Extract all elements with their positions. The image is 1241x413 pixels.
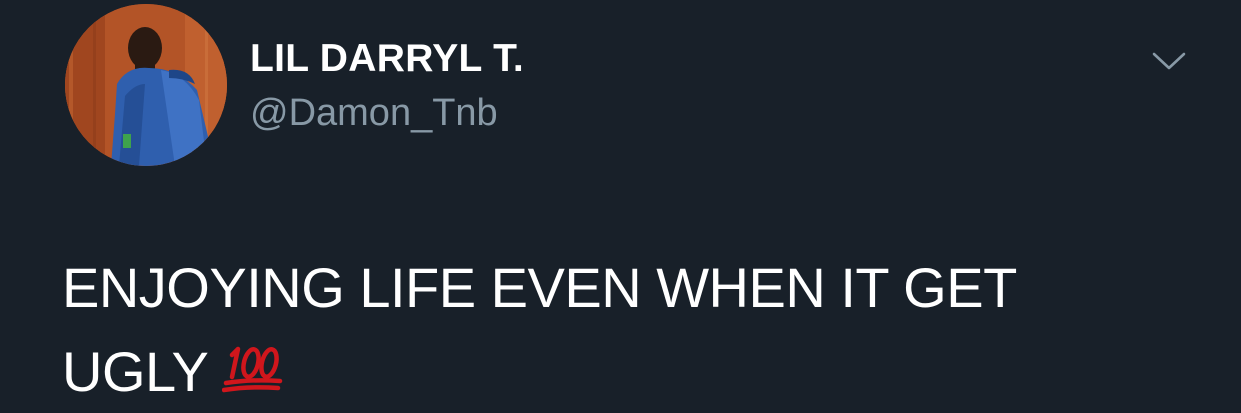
author-handle[interactable]: @Damon_Tnb (250, 90, 498, 136)
tweet-menu-button[interactable] (1146, 44, 1192, 78)
author-display-name[interactable]: LIL DARRYL T. (250, 36, 524, 82)
tweet-text: ENJOYING LIFE EVEN WHEN IT GET UGLY (62, 246, 1182, 413)
hundred-points-icon (222, 334, 284, 413)
chevron-down-icon (1152, 52, 1186, 70)
tweet-text-line-2: UGLY (62, 340, 209, 403)
tweet-card: LIL DARRYL T. @Damon_Tnb ENJOYING LIFE E… (0, 0, 1241, 413)
tweet-text-line-1: ENJOYING LIFE EVEN WHEN IT GET (62, 256, 1017, 319)
avatar[interactable] (65, 4, 227, 166)
